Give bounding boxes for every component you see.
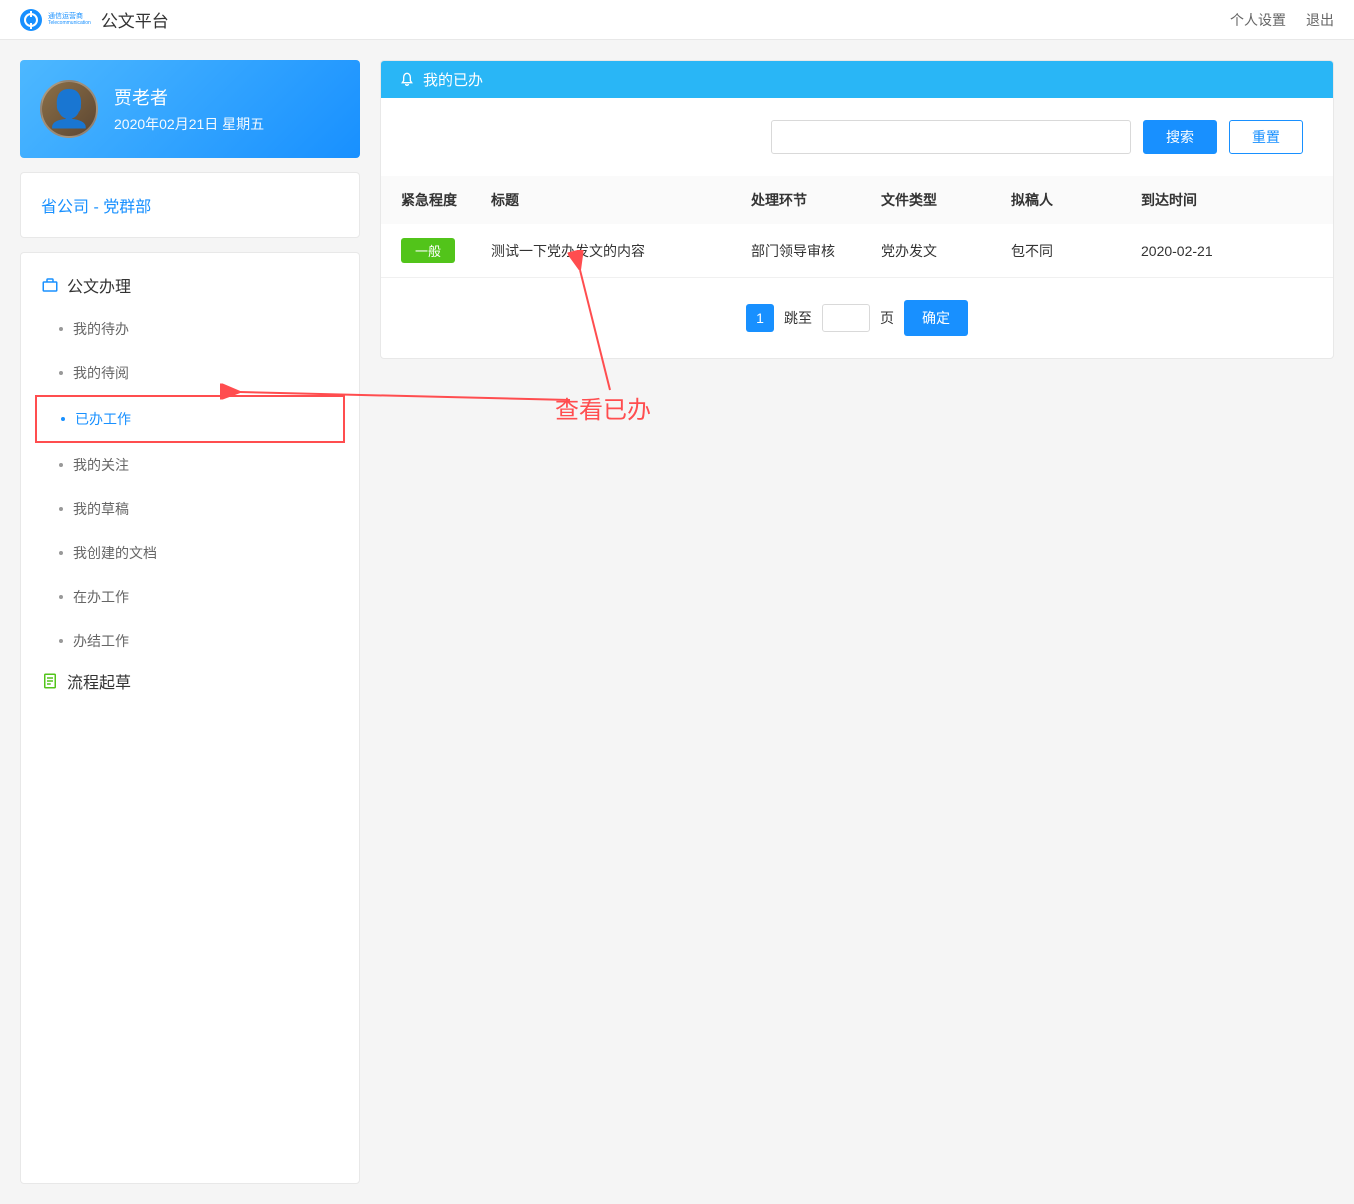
page-number[interactable]: 1 (746, 304, 774, 332)
org-department: 党群部 (103, 199, 151, 216)
col-header-stage: 处理环节 (751, 190, 881, 210)
col-header-title: 标题 (491, 190, 751, 210)
settings-link[interactable]: 个人设置 (1230, 10, 1286, 30)
nav-item-follow[interactable]: 我的关注 (35, 443, 345, 487)
urgency-badge: 一般 (401, 238, 455, 263)
nav-item-todo[interactable]: 我的待办 (35, 307, 345, 351)
page-suffix: 页 (880, 308, 894, 328)
table-header-row: 紧急程度 标题 处理环节 文件类型 拟稿人 到达时间 (381, 176, 1333, 224)
document-icon (41, 672, 59, 690)
user-date: 2020年02月21日 星期五 (114, 114, 264, 134)
pagination: 1 跳至 页 确定 (381, 278, 1333, 358)
dot-icon (59, 507, 63, 511)
dot-icon (59, 595, 63, 599)
nav-menu: 公文办理 我的待办 我的待阅 已办工作 我的关注 我的草稿 我创建的文档 在办工… (20, 252, 360, 1184)
app-header: 通信运营商 Telecommunication 公文平台 个人设置 退出 (0, 0, 1354, 40)
nav-item-created[interactable]: 我创建的文档 (35, 531, 345, 575)
col-header-author: 拟稿人 (1011, 190, 1141, 210)
search-bar: 搜索 重置 (381, 98, 1333, 176)
dot-icon (59, 371, 63, 375)
nav-section-label: 流程起草 (67, 669, 131, 693)
col-header-date: 到达时间 (1141, 190, 1271, 210)
search-button[interactable]: 搜索 (1143, 120, 1217, 154)
user-card: 贾老者 2020年02月21日 星期五 (20, 60, 360, 158)
dot-icon (61, 417, 65, 421)
logo-icon (20, 9, 42, 31)
nav-item-inprogress[interactable]: 在办工作 (35, 575, 345, 619)
org-company: 省公司 (41, 199, 89, 216)
app-title: 公文平台 (101, 7, 169, 32)
briefcase-icon (41, 276, 59, 294)
logout-link[interactable]: 退出 (1306, 10, 1334, 30)
nav-section-documents[interactable]: 公文办理 (21, 267, 359, 307)
cell-stage: 部门领导审核 (751, 241, 881, 261)
main-panel: 我的已办 搜索 重置 紧急程度 标题 处理环节 文件类型 拟稿人 到达时 (380, 60, 1334, 359)
cell-type: 党办发文 (881, 241, 1011, 261)
logo-section: 通信运营商 Telecommunication 公文平台 (20, 7, 169, 32)
table-row[interactable]: 一般 测试一下党办发文的内容 部门领导审核 党办发文 包不同 2020-02-2… (381, 224, 1333, 278)
nav-item-finished[interactable]: 办结工作 (35, 619, 345, 663)
nav-item-toread[interactable]: 我的待阅 (35, 351, 345, 395)
dot-icon (59, 639, 63, 643)
user-name: 贾老者 (114, 84, 264, 110)
cell-title: 测试一下党办发文的内容 (491, 241, 751, 261)
nav-section-workflow[interactable]: 流程起草 (21, 663, 359, 703)
col-header-type: 文件类型 (881, 190, 1011, 210)
search-input[interactable] (771, 120, 1131, 154)
dot-icon (59, 551, 63, 555)
annotation-text: 查看已办 (555, 390, 651, 425)
avatar (40, 80, 98, 138)
data-table: 紧急程度 标题 处理环节 文件类型 拟稿人 到达时间 一般 测试一下党办发文的内… (381, 176, 1333, 278)
jump-label: 跳至 (784, 308, 812, 328)
nav-item-draft[interactable]: 我的草稿 (35, 487, 345, 531)
org-card: 省公司 - 党群部 (20, 172, 360, 238)
dot-icon (59, 463, 63, 467)
page-input[interactable] (822, 304, 870, 332)
panel-title: 我的已办 (423, 69, 483, 90)
nav-item-done[interactable]: 已办工作 (35, 395, 345, 443)
logo-text: 通信运营商 Telecommunication (48, 13, 91, 26)
bell-icon (399, 72, 415, 88)
cell-date: 2020-02-21 (1141, 243, 1271, 259)
dot-icon (59, 327, 63, 331)
nav-section-label: 公文办理 (67, 273, 131, 297)
col-header-urgency: 紧急程度 (401, 190, 491, 210)
page-confirm-button[interactable]: 确定 (904, 300, 968, 336)
reset-button[interactable]: 重置 (1229, 120, 1303, 154)
cell-author: 包不同 (1011, 241, 1141, 261)
panel-header: 我的已办 (381, 61, 1333, 98)
